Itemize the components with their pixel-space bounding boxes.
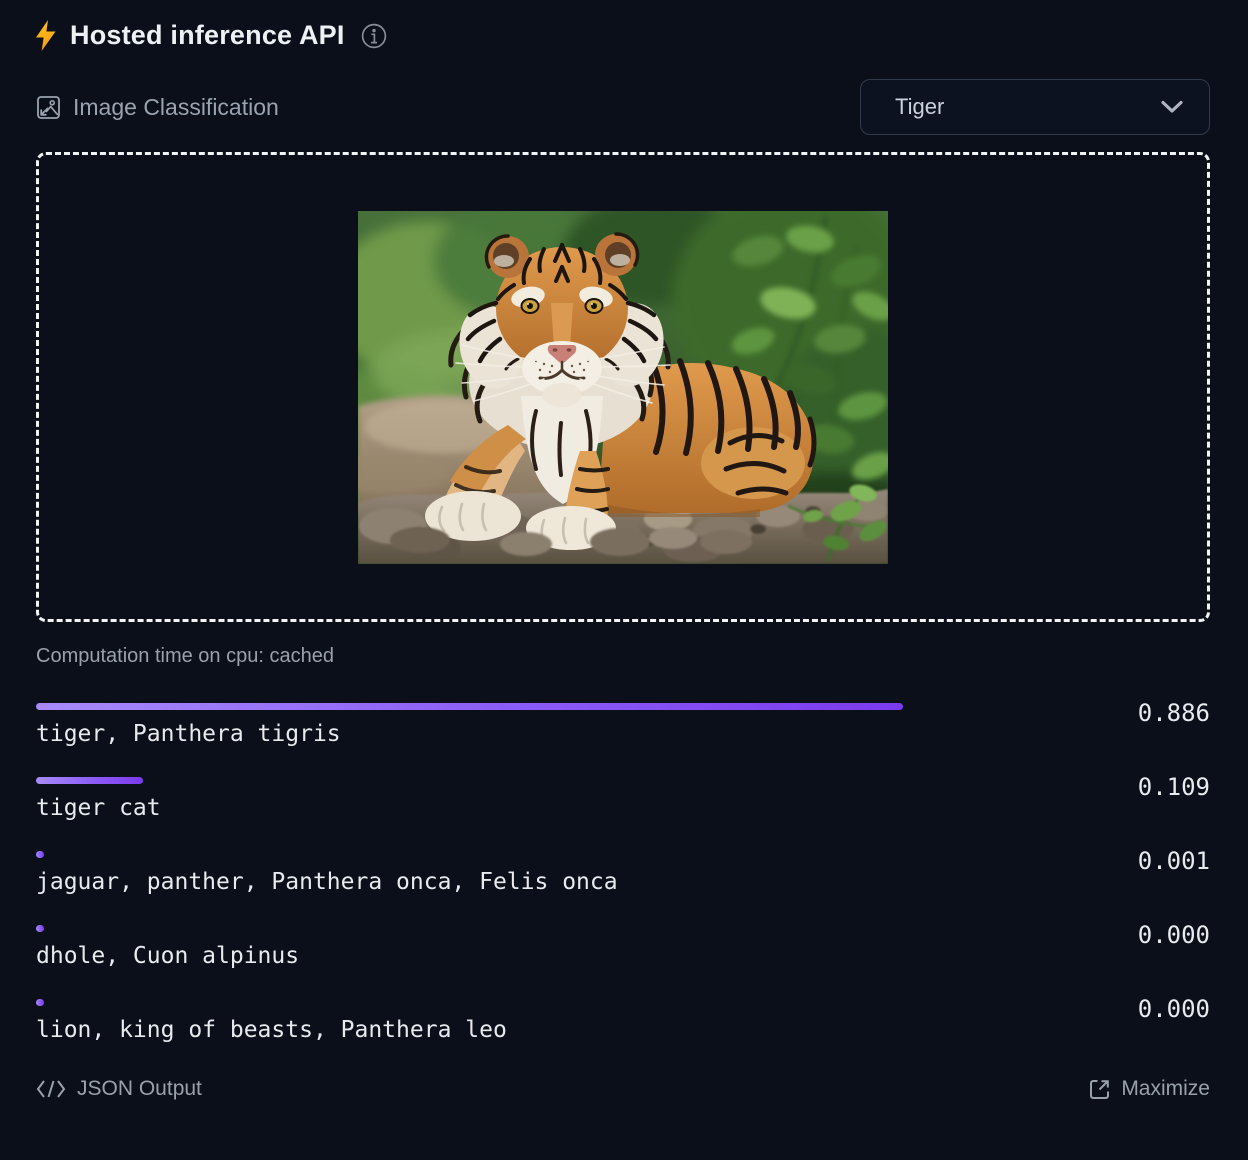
result-bar-track: [36, 999, 1015, 1006]
result-label: tiger, Panthera tigris: [36, 721, 1138, 747]
code-icon: [36, 1079, 66, 1099]
inference-widget: Hosted inference API Image Classificatio…: [0, 0, 1248, 1160]
results-list: tiger, Panthera tigris 0.886 tiger cat 0…: [36, 703, 1210, 1043]
task-row: Image Classification Tiger: [36, 79, 1210, 135]
example-selector-value: Tiger: [895, 94, 944, 120]
result-bar-track: [36, 777, 1015, 784]
result-bar-fill: [36, 777, 143, 784]
lightning-icon: [36, 20, 57, 51]
result-bar-fill: [36, 851, 44, 858]
result-score: 0.000: [1138, 921, 1210, 949]
result-label: jaguar, panther, Panthera onca, Felis on…: [36, 869, 1138, 895]
result-bar-track: [36, 851, 1015, 858]
result-score: 0.001: [1138, 847, 1210, 875]
result-row: tiger, Panthera tigris 0.886: [36, 703, 1210, 747]
image-classification-icon: [36, 95, 61, 120]
result-score: 0.000: [1138, 995, 1210, 1023]
result-label: lion, king of beasts, Panthera leo: [36, 1017, 1138, 1043]
maximize-button[interactable]: Maximize: [1089, 1077, 1210, 1101]
widget-header: Hosted inference API: [36, 20, 1210, 51]
tiger-photo: [358, 211, 888, 564]
result-score: 0.109: [1138, 773, 1210, 801]
result-bar-fill: [36, 703, 903, 710]
json-output-label: JSON Output: [77, 1077, 202, 1101]
result-bar-fill: [36, 925, 44, 932]
chevron-down-icon: [1161, 100, 1183, 114]
result-bar-track: [36, 703, 1015, 710]
maximize-icon: [1089, 1079, 1110, 1100]
result-bar-fill: [36, 999, 44, 1006]
result-row: tiger cat 0.109: [36, 777, 1210, 821]
info-icon[interactable]: [360, 22, 388, 50]
result-bar-track: [36, 925, 1015, 932]
task-type: Image Classification: [36, 94, 279, 121]
json-output-button[interactable]: JSON Output: [36, 1077, 202, 1101]
result-label: dhole, Cuon alpinus: [36, 943, 1138, 969]
result-row: jaguar, panther, Panthera onca, Felis on…: [36, 851, 1210, 895]
image-drop-area[interactable]: [36, 152, 1210, 622]
computation-time: Computation time on cpu: cached: [36, 645, 1210, 668]
widget-footer: JSON Output Maximize: [36, 1077, 1210, 1101]
page-title: Hosted inference API: [70, 20, 345, 51]
result-row: dhole, Cuon alpinus 0.000: [36, 925, 1210, 969]
result-score: 0.886: [1138, 699, 1210, 727]
maximize-label: Maximize: [1121, 1077, 1210, 1101]
task-label: Image Classification: [73, 94, 279, 121]
result-label: tiger cat: [36, 795, 1138, 821]
result-row: lion, king of beasts, Panthera leo 0.000: [36, 999, 1210, 1043]
example-selector[interactable]: Tiger: [860, 79, 1210, 135]
